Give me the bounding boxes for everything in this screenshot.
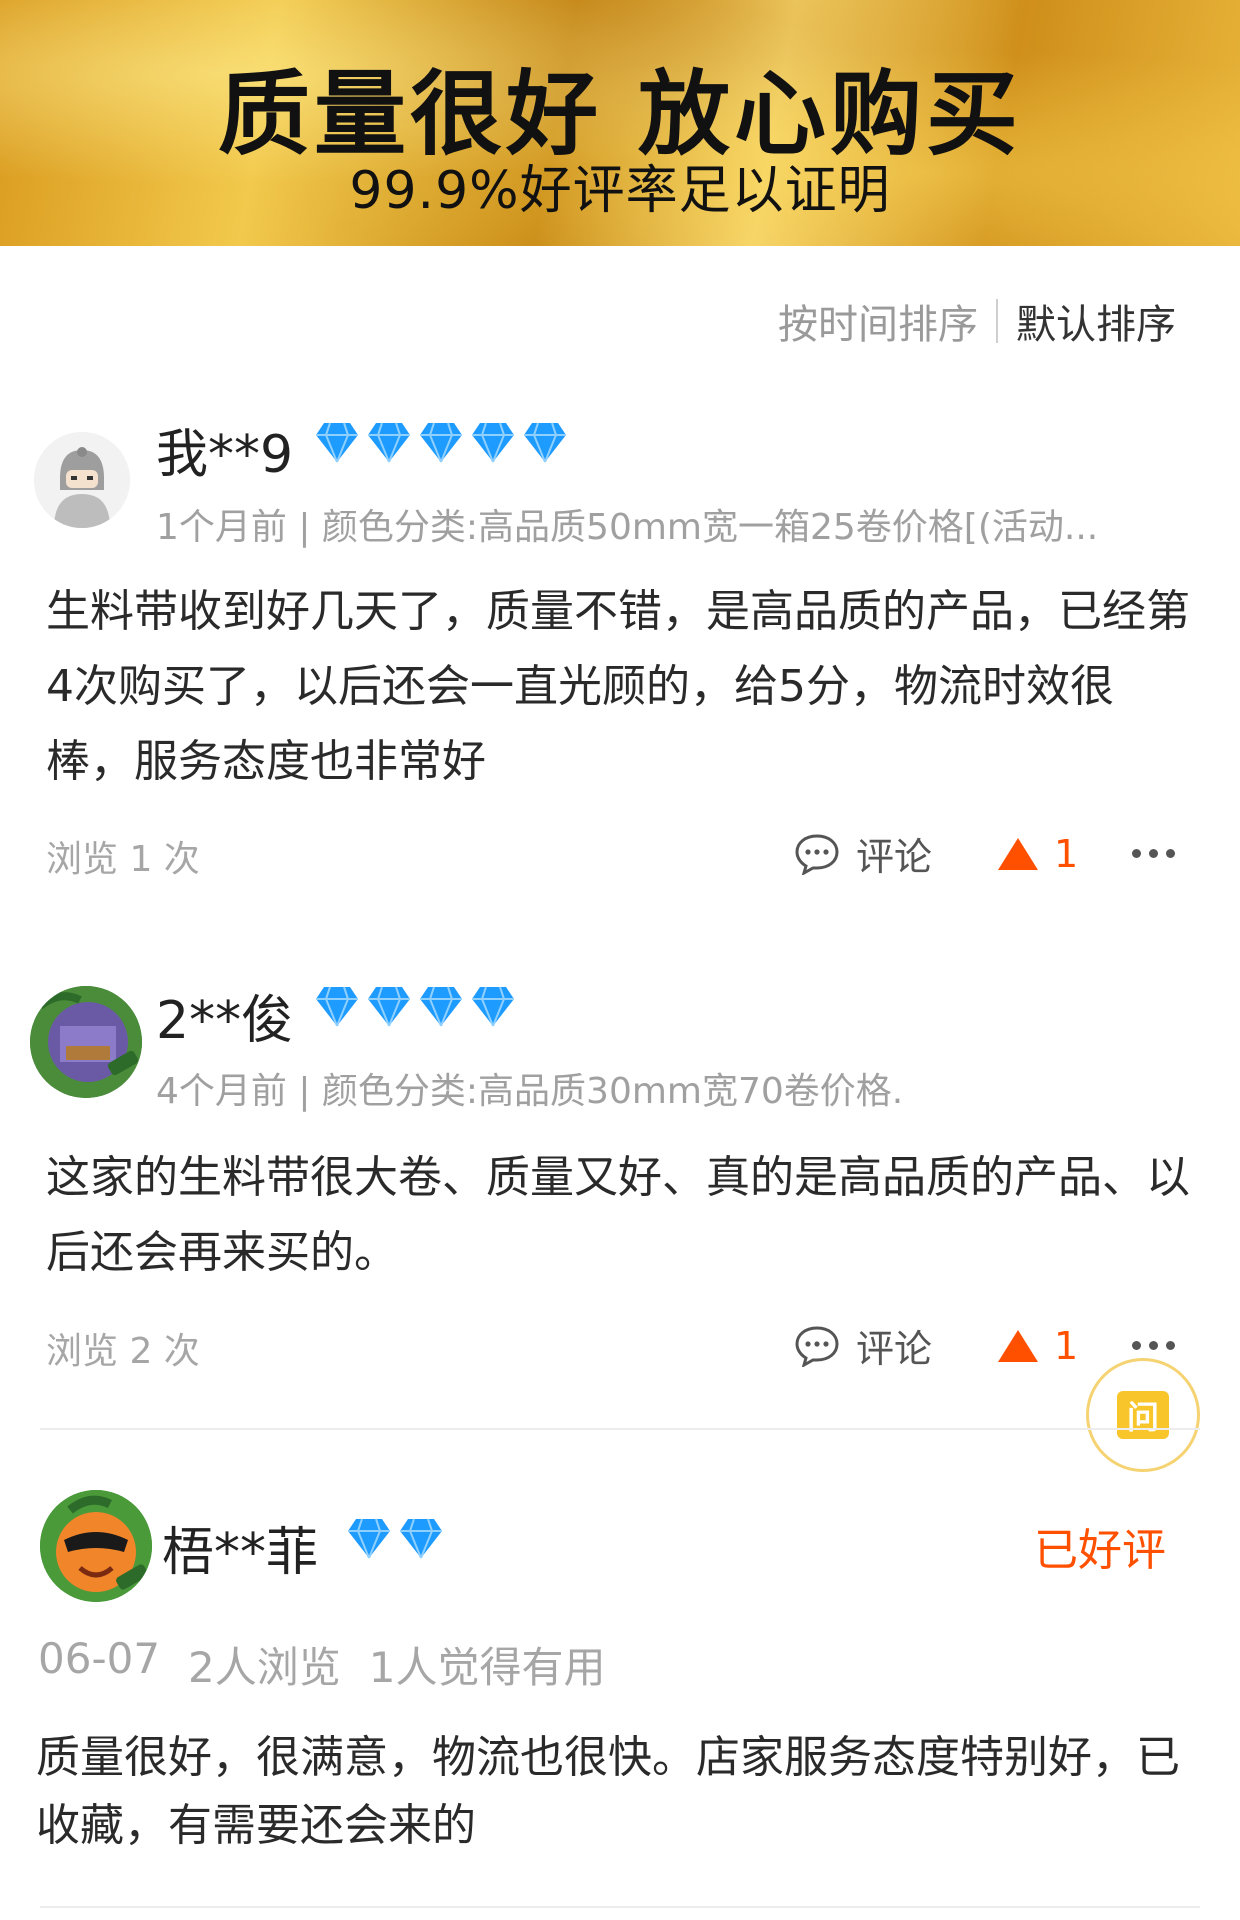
diamond-icon	[316, 986, 358, 1027]
review-meta: 1个月前 | 颜色分类:高品质50mm宽一箱25卷价格[(活动...	[156, 507, 1099, 548]
more-icon-dot	[1166, 849, 1176, 858]
view-count: 浏览 1 次	[46, 839, 200, 880]
more-icon-dot	[1149, 849, 1159, 858]
thumbs-up-triangle-icon	[998, 837, 1039, 870]
diamond-icon	[316, 422, 358, 463]
more-icon-dot	[1149, 1341, 1159, 1350]
review-actions: 评论 1	[794, 826, 1176, 881]
review-text: 这家的生料带很大卷、质量又好、真的是高品质的产品、以后还会再来买的。	[46, 1152, 1190, 1278]
like-count: 1	[1054, 1323, 1079, 1368]
more-icon-dot	[1132, 1341, 1142, 1350]
member-level-diamonds	[314, 984, 516, 1028]
diamond-icon	[472, 422, 514, 463]
review-stats: 06-07 2人浏览 1人觉得有用	[38, 1634, 606, 1695]
diamond-icon	[472, 986, 514, 1027]
avatar[interactable]	[40, 1490, 152, 1602]
diamond-icon	[524, 422, 566, 463]
member-level-diamonds	[314, 420, 568, 464]
sort-by-time-button[interactable]: 按时间排序	[778, 292, 978, 350]
sort-bar: 按时间排序 默认排序	[778, 292, 1176, 350]
more-icon-dot	[1132, 849, 1142, 858]
review-text: 生料带收到好几天了，质量不错，是高品质的产品，已经第4次购买了，以后还会一直光顾…	[46, 586, 1190, 787]
user-avatar-icon	[34, 432, 130, 528]
like-button[interactable]: 1	[996, 832, 1078, 876]
more-options-button[interactable]	[1132, 849, 1176, 858]
avatar[interactable]	[34, 432, 130, 528]
banner-subline: 99.9%好评率足以证明	[349, 161, 891, 221]
review-username[interactable]: 2**俊	[156, 978, 293, 1053]
diamond-icon	[400, 1518, 442, 1559]
thumbs-up-triangle-icon	[998, 1329, 1039, 1362]
diamond-icon	[368, 986, 410, 1027]
ask-icon: 问	[1117, 1391, 1169, 1439]
more-options-button[interactable]	[1132, 1341, 1176, 1350]
diamond-icon	[420, 986, 462, 1027]
like-count: 1	[1054, 831, 1079, 876]
comment-button[interactable]: 评论	[794, 826, 932, 881]
sort-divider	[996, 299, 998, 343]
more-icon-dot	[1166, 1341, 1176, 1350]
view-count: 浏览 2 次	[46, 1331, 200, 1372]
comment-icon	[795, 1325, 839, 1367]
diamond-icon	[368, 422, 410, 463]
comment-icon	[795, 833, 839, 875]
section-divider	[40, 1906, 1200, 1908]
section-divider	[40, 1428, 1200, 1430]
user-avatar-icon	[30, 986, 142, 1098]
ask-question-button[interactable]: 问	[1086, 1358, 1200, 1472]
diamond-icon	[420, 422, 462, 463]
good-review-badge: 已好评	[1034, 1525, 1166, 1576]
review-username[interactable]: 我**9	[156, 412, 293, 487]
avatar[interactable]	[30, 986, 142, 1098]
user-avatar-icon	[40, 1490, 152, 1602]
like-button[interactable]: 1	[996, 1324, 1078, 1368]
review-view-count: 2人浏览	[188, 1643, 341, 1692]
promo-banner: 质量很好 放心购买 99.9%好评率足以证明	[0, 0, 1240, 246]
diamond-icon	[348, 1518, 390, 1559]
review-meta: 4个月前 | 颜色分类:高品质30mm宽70卷价格.	[156, 1071, 904, 1112]
sort-default-button[interactable]: 默认排序	[1016, 292, 1176, 350]
review-username[interactable]: 梧**菲	[162, 1510, 318, 1585]
review-useful-count: 1人觉得有用	[368, 1643, 606, 1692]
comment-button[interactable]: 评论	[794, 1318, 932, 1373]
review-date: 06-07	[38, 1634, 161, 1683]
review-text: 质量很好，很满意，物流也很快。店家服务态度特别好，已收藏，有需要还会来的	[36, 1732, 1180, 1851]
comment-label: 评论	[856, 835, 933, 879]
member-level-diamonds	[346, 1516, 444, 1560]
comment-label: 评论	[856, 1327, 933, 1371]
